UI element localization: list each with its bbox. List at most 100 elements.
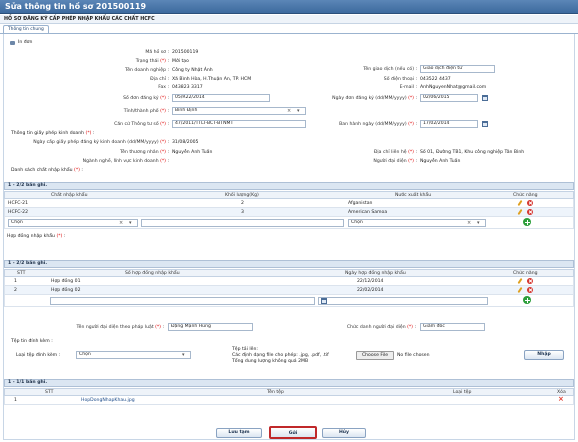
dia-chi-label: Địa chỉ : xyxy=(150,77,169,82)
clear-icon[interactable]: × xyxy=(119,220,123,226)
cell-ngay: 22/12/2014 xyxy=(357,279,384,284)
ban-hanh-label: Ban hành ngày (dd/MM/yyyy) (*) : xyxy=(339,122,417,127)
form-header: HỒ SƠ ĐĂNG KÝ CẤP PHÉP NHẬP KHẨU CÁC CHẤ… xyxy=(0,15,578,24)
cell-kl: 2 xyxy=(241,201,244,206)
so-don-label: Số đơn đăng ký (*) : xyxy=(123,96,169,101)
ten-dn-label: Tên doanh nghiệp : xyxy=(125,68,169,73)
so-don-field[interactable]: 05/R22/2014 xyxy=(172,94,270,102)
table-header: STT Tên tệp Loại tệp Xóa xyxy=(4,388,574,396)
printer-icon xyxy=(10,41,15,45)
edit-icon[interactable] xyxy=(517,209,523,215)
dia-chi-lh-value: Số 01, Đường TB1, Khu công nghiệp Tân Bì… xyxy=(420,150,525,155)
cell-so: Hợp đồng 01 xyxy=(51,279,81,284)
delete-icon[interactable] xyxy=(527,200,533,206)
nganh-nghe-label: Ngành nghề, lĩnh vực kinh doanh (*) : xyxy=(82,159,169,164)
file-link[interactable]: HopDongNhapKhau.jpg xyxy=(81,398,135,403)
can-cu-field[interactable]: 47/2011/TTLT-BCT-BTNMT xyxy=(172,120,306,128)
trang-thai-value: Mới tạo xyxy=(172,59,189,64)
edit-icon[interactable] xyxy=(517,287,523,293)
ten-giao-dich-field[interactable]: Giao dịch điện tử xyxy=(420,65,495,73)
cell-stt: 2 xyxy=(14,288,17,293)
upload-hint-3: Tổng dung lượng không quá 2MB xyxy=(232,359,309,364)
delete-icon[interactable] xyxy=(527,278,533,284)
edit-icon[interactable] xyxy=(517,200,523,206)
print-button[interactable]: In đơn xyxy=(8,39,38,47)
table-header: STT Số hợp đồng nhập khẩu Ngày hợp đồng … xyxy=(4,269,574,277)
table-row: 1 Hợp đồng 01 22/12/2014 xyxy=(4,277,574,286)
fax-label: Fax : xyxy=(158,85,169,90)
ten-thuong-nhan-label: Tên thương nhân (*) : xyxy=(119,150,169,155)
cell-ngay: 22/02/2014 xyxy=(357,288,384,293)
table-row: 2 Hợp đồng 02 22/02/2014 xyxy=(4,286,574,295)
gp-kinh-doanh-label: Thông tin giấy phép kinh doanh (*) : xyxy=(11,131,95,136)
no-file-label: No file chosen xyxy=(397,353,430,358)
add-icon[interactable] xyxy=(523,218,531,226)
col-khoi-luong: Khối lượng(Kg) xyxy=(225,193,259,198)
table-row: 1 HopDongNhapKhau.jpg × xyxy=(4,396,574,405)
save-draft-button[interactable]: Lưu tạm xyxy=(216,428,262,438)
chuc-danh-field[interactable]: Giám đốc xyxy=(420,323,485,331)
tab-thong-tin-chung[interactable]: Thông tin chung xyxy=(3,25,49,33)
add-icon[interactable] xyxy=(523,296,531,304)
khoi-luong-input[interactable] xyxy=(141,219,344,227)
chat-select[interactable]: Chọn × ▾ xyxy=(8,219,138,227)
tinh-label: Tỉnh/thành phố (*) : xyxy=(123,109,169,114)
cell-stt: 1 xyxy=(14,279,17,284)
ngay-hop-dong-input[interactable] xyxy=(318,297,488,305)
window-title: Sửa thông tin hồ sơ 201500119 xyxy=(5,2,147,11)
hop-dong-label: Hợp đồng nhập khẩu (*) : xyxy=(7,234,66,239)
ngay-cap-gp-label: Ngày cấp giấy phép đăng ký kinh doanh (d… xyxy=(33,140,169,145)
chevron-down-icon[interactable]: ▾ xyxy=(477,220,480,226)
col-chuc-nang: Chức năng xyxy=(513,193,538,198)
chevron-down-icon[interactable]: ▾ xyxy=(129,220,132,226)
clear-icon[interactable]: × xyxy=(467,220,471,226)
nguoi-dd-label: Người đại diện (*) : xyxy=(373,159,417,164)
delete-icon[interactable] xyxy=(527,287,533,293)
table-header: Chất nhập khẩu Khối lượng(Kg) Nước xuất … xyxy=(4,191,574,199)
table-pager: 1 - 2/2 bản ghi. xyxy=(4,260,574,268)
ten-nguoi-dd-field[interactable]: Đặng Mạnh Hùng xyxy=(168,323,253,331)
cancel-button[interactable]: Hủy xyxy=(322,428,366,438)
ngay-don-field[interactable]: 02/06/2015 xyxy=(420,94,478,102)
ten-dn-value: Công ty Nhật Ánh xyxy=(172,68,213,73)
so-hop-dong-input[interactable] xyxy=(50,297,315,305)
ma-ho-so-label: Mã hồ sơ : xyxy=(145,50,169,55)
chevron-down-icon[interactable]: ▾ xyxy=(182,352,185,358)
window-titlebar: Sửa thông tin hồ sơ 201500119 xyxy=(0,0,578,14)
ten-giao-dich-label: Tên giao dịch (nếu có) : xyxy=(363,67,417,72)
col-chuc-nang: Chức năng xyxy=(513,271,538,276)
loai-tep-select[interactable]: Chọn ▾ xyxy=(76,351,191,359)
new-row: Chọn × ▾ Chọn × ▾ xyxy=(4,217,574,229)
calendar-icon[interactable] xyxy=(321,298,327,304)
col-so-hop-dong: Số hợp đồng nhập khẩu xyxy=(125,271,180,276)
col-stt: STT xyxy=(17,271,26,276)
ban-hanh-field[interactable]: 17/02/2014 xyxy=(420,120,478,128)
tinh-select[interactable]: Bình Định × ▾ xyxy=(172,107,306,115)
tab-label: Thông tin chung xyxy=(8,27,44,32)
table-pager: 1 - 1/1 bản ghi. xyxy=(4,379,574,387)
nuoc-select[interactable]: Chọn × ▾ xyxy=(348,219,486,227)
send-button[interactable]: Gửi xyxy=(269,426,317,439)
can-cu-label: Căn cứ Thông tư số (*) : xyxy=(114,122,169,127)
remove-file-icon[interactable]: × xyxy=(558,396,564,403)
col-ten-tep: Tên tệp xyxy=(267,390,284,395)
clear-icon[interactable]: × xyxy=(287,108,291,114)
chevron-down-icon[interactable]: ▾ xyxy=(297,108,300,114)
edit-icon[interactable] xyxy=(517,278,523,284)
choose-file-button[interactable]: Choose File xyxy=(356,351,394,360)
table-row: HCFC-21 2 Afganistan xyxy=(4,199,574,208)
upload-hint-1: Tệp tải lên: xyxy=(232,347,258,352)
delete-icon[interactable] xyxy=(527,209,533,215)
cell-so: Hợp đồng 02 xyxy=(51,288,81,293)
tab-content: In đơn Mã hồ sơ : 201500119 Trạng thái (… xyxy=(3,34,575,440)
cell-nuoc: American Samoa xyxy=(348,210,388,215)
col-chat: Chất nhập khẩu xyxy=(51,193,88,198)
chuc-danh-label: Chức danh người đại diện (*) : xyxy=(346,325,416,330)
import-button[interactable]: Nhập xyxy=(524,350,564,360)
calendar-icon[interactable] xyxy=(482,121,488,127)
ten-nguoi-dd-label: Tên người đại diện theo pháp luật (*) : xyxy=(76,325,164,330)
calendar-icon[interactable] xyxy=(482,95,488,101)
so-dt-value: 043522 4437 xyxy=(420,77,451,82)
col-loai-tep: Loại tệp xyxy=(453,390,472,395)
col-nuoc: Nước xuất khẩu xyxy=(395,193,432,198)
